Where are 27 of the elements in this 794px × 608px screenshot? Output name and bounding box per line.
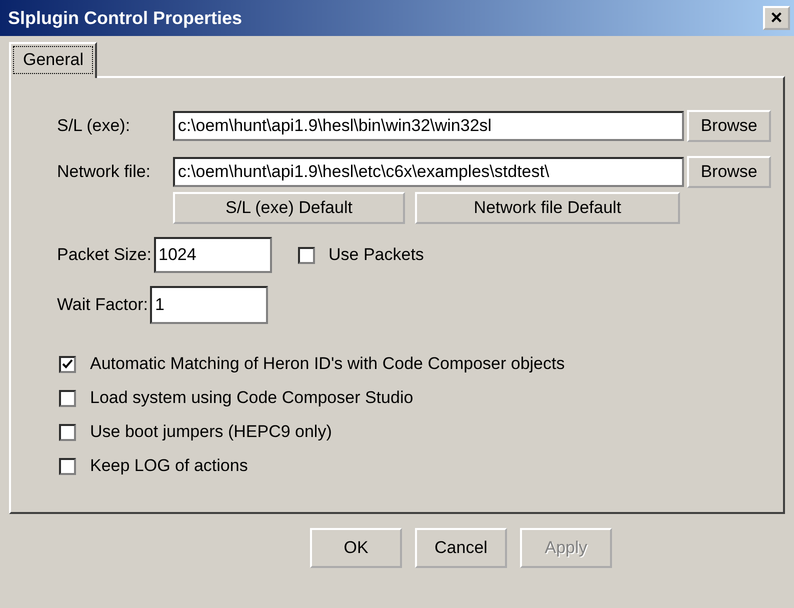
packet-size-field[interactable]: 1024 <box>154 237 272 273</box>
wait-factor-field[interactable]: 1 <box>150 286 268 324</box>
dialog-button[interactable]: OK <box>310 528 402 568</box>
field-label: Network file: <box>57 162 152 182</box>
dialog-button[interactable]: Cancel <box>415 528 507 568</box>
checkbox-label: Use Packets <box>328 245 424 265</box>
checkbox[interactable] <box>298 246 314 264</box>
checkbox-label: Load system using Code Composer Studio <box>90 388 414 408</box>
field-label: Wait Factor: <box>57 295 148 315</box>
field-label: S/L (exe): <box>57 116 132 136</box>
checkbox-label: Use boot jumpers (HEPC9 only) <box>90 422 332 442</box>
checkbox[interactable] <box>59 424 76 440</box>
checkbox[interactable] <box>59 458 76 474</box>
checkbox[interactable] <box>59 390 76 406</box>
tab[interactable]: General <box>9 42 98 78</box>
path-field[interactable]: c:\oem\hunt\api1.9\hesl\etc\c6x\examples\stdtest\ <box>172 157 684 187</box>
close-button[interactable]: × <box>763 6 790 30</box>
checkbox-label: Keep LOG of actions <box>90 456 248 476</box>
default-button[interactable]: Network file Default <box>415 192 680 224</box>
browse-button[interactable]: Browse <box>687 156 771 188</box>
checkbox-label: Automatic Matching of Heron ID's with Code Composer objects <box>90 354 565 374</box>
default-button[interactable]: S/L (exe) Default <box>173 192 405 224</box>
path-field[interactable]: c:\oem\hunt\api1.9\hesl\bin\win32\win32sl <box>172 111 684 141</box>
field-label: Packet Size: <box>57 245 152 265</box>
window-title: Slplugin Control Properties <box>8 8 242 28</box>
browse-button[interactable]: Browse <box>687 110 771 142</box>
checkbox[interactable] <box>59 356 76 372</box>
